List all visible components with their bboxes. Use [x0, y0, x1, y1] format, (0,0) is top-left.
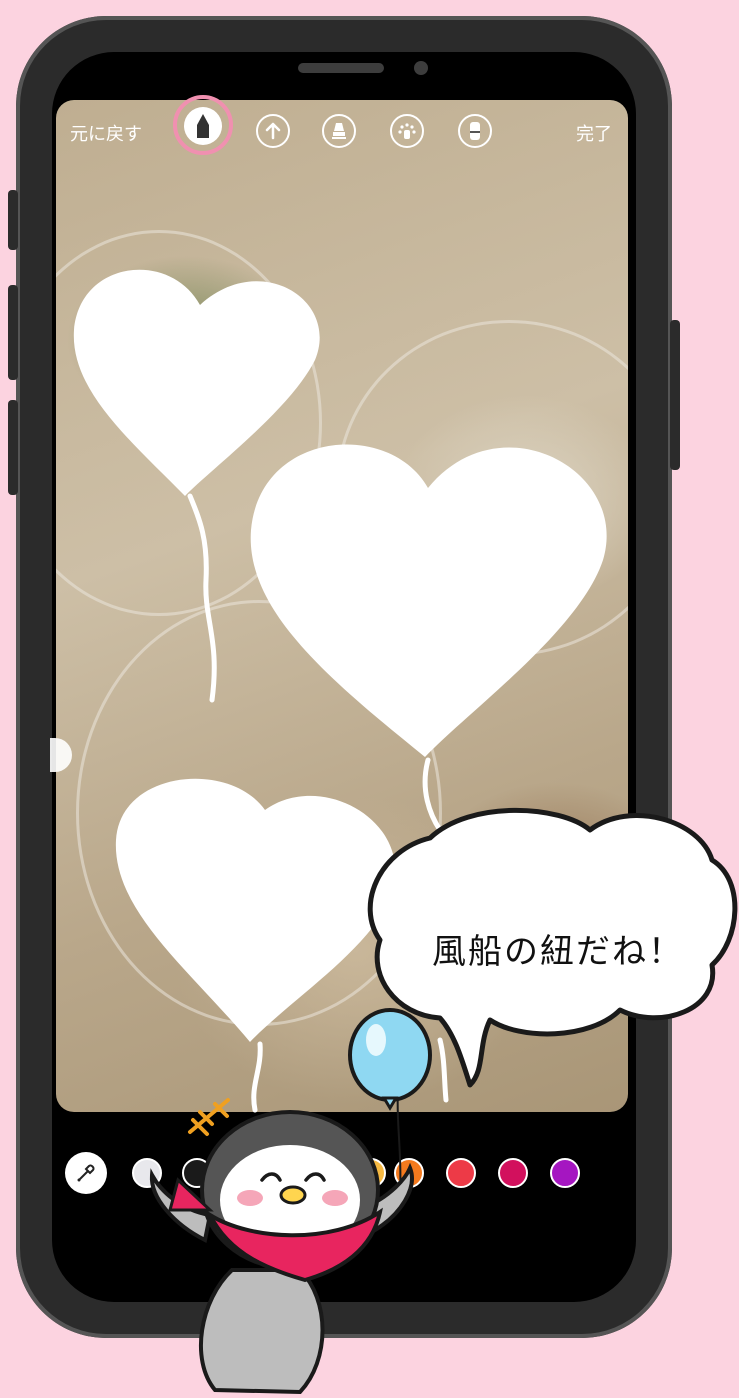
penguin-with-balloon-icon: [149, 1008, 432, 1395]
